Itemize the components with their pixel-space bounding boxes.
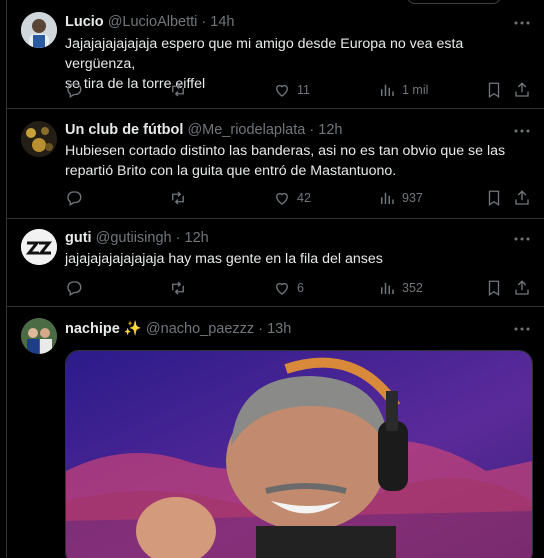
timestamp[interactable]: 12h [318, 122, 342, 138]
tweet-text: Hubiesen cortado distinto las banderas, … [65, 141, 535, 181]
reply-icon [67, 191, 82, 206]
timestamp[interactable]: 14h [210, 14, 234, 30]
share-icon [515, 190, 529, 205]
tweet-header: nachipe ✨ @nacho_paezzz · 13h [65, 320, 291, 337]
user-handle[interactable]: @LucioAlbetti [108, 14, 198, 30]
retweet-button[interactable] [169, 278, 193, 298]
retweet-button[interactable] [169, 80, 193, 100]
tweet-actions: 42 937 [65, 188, 535, 208]
user-handle[interactable]: @gutiisingh [96, 230, 172, 246]
reply-button[interactable] [65, 188, 83, 208]
tweet-actions: 11 1 mil [65, 80, 535, 100]
retweet-icon [172, 83, 184, 97]
display-name[interactable]: Un club de fútbol [65, 122, 183, 138]
avatar[interactable] [21, 318, 57, 354]
sparkles-emoji: ✨ [123, 321, 142, 337]
bookmark-button[interactable] [485, 80, 503, 100]
share-button[interactable] [513, 278, 531, 298]
tweet-text-line: Jajajajajajajaja espero que mi amigo des… [65, 36, 464, 72]
retweet-icon [172, 191, 184, 205]
share-button[interactable] [513, 188, 531, 208]
display-name[interactable]: guti [65, 230, 92, 246]
views-icon [381, 192, 394, 204]
tweet-actions: 6 352 [65, 278, 535, 298]
media-photo [66, 351, 532, 558]
like-button[interactable]: 42 [273, 188, 311, 208]
retweet-button[interactable] [169, 188, 193, 208]
tweet-text-line: jajajajajajajajaja hay mas gente en la f… [65, 251, 383, 267]
tweet-header: guti @gutiisingh · 12h [65, 230, 209, 246]
views-button[interactable]: 937 [378, 188, 423, 208]
tweet-text: jajajajajajajajaja hay mas gente en la f… [65, 249, 535, 269]
like-count: 42 [297, 191, 311, 205]
like-icon [276, 282, 288, 295]
avatar[interactable] [21, 12, 57, 48]
more-icon[interactable] [513, 14, 531, 32]
tweet-header: Un club de fútbol @Me_riodelaplata · 12h [65, 122, 342, 138]
bookmark-button[interactable] [485, 188, 503, 208]
bookmark-icon [488, 190, 500, 207]
reply-icon [67, 281, 82, 296]
like-count: 6 [297, 281, 304, 295]
bookmark-icon [488, 280, 500, 297]
more-icon[interactable] [513, 320, 531, 338]
like-icon [276, 84, 288, 97]
reply-icon [67, 83, 82, 98]
bookmark-icon [488, 82, 500, 99]
user-handle[interactable]: @Me_riodelaplata [187, 122, 305, 138]
tweet-text-line: repartió Brito con la guita que entró de… [65, 163, 397, 179]
retweet-icon [172, 281, 184, 295]
more-icon[interactable] [513, 122, 531, 140]
timeline-feed: Lucio @LucioAlbetti · 14h Jajajajajajaja… [6, 0, 544, 558]
avatar[interactable] [21, 121, 57, 157]
share-icon [515, 280, 529, 295]
views-count: 352 [402, 281, 423, 295]
more-icon[interactable] [513, 230, 531, 248]
tweet[interactable]: Un club de fútbol @Me_riodelaplata · 12h… [7, 108, 544, 219]
share-button[interactable] [513, 80, 531, 100]
timestamp[interactable]: 13h [267, 321, 291, 337]
views-button[interactable]: 352 [378, 278, 423, 298]
tweet[interactable]: Lucio @LucioAlbetti · 14h Jajajajajajaja… [7, 0, 544, 109]
share-icon [515, 82, 529, 97]
like-icon [276, 192, 288, 205]
reply-button[interactable] [65, 278, 83, 298]
separator-dot: · [309, 122, 315, 138]
views-count: 937 [402, 191, 423, 205]
tweet[interactable]: guti @gutiisingh · 12h jajajajajajajajaj… [7, 218, 544, 307]
tweet-header: Lucio @LucioAlbetti · 14h [65, 14, 235, 30]
views-icon [381, 84, 394, 96]
timestamp[interactable]: 12h [185, 230, 209, 246]
like-button[interactable]: 6 [273, 278, 304, 298]
like-count: 11 [297, 83, 310, 97]
display-name[interactable]: nachipe [65, 321, 120, 337]
views-icon [381, 282, 394, 294]
like-button[interactable]: 11 [273, 80, 310, 100]
user-handle[interactable]: @nacho_paezzz [146, 321, 254, 337]
views-count: 1 mil [402, 83, 429, 97]
tweet-media-image[interactable] [65, 350, 533, 558]
avatar[interactable] [21, 229, 57, 265]
separator-dot: · [258, 321, 264, 337]
separator-dot: · [201, 14, 207, 30]
reply-button[interactable] [65, 80, 83, 100]
tweet-text-line: Hubiesen cortado distinto las banderas, … [65, 143, 506, 159]
separator-dot: · [175, 230, 181, 246]
views-button[interactable]: 1 mil [378, 80, 428, 100]
bookmark-button[interactable] [485, 278, 503, 298]
display-name[interactable]: Lucio [65, 14, 104, 30]
